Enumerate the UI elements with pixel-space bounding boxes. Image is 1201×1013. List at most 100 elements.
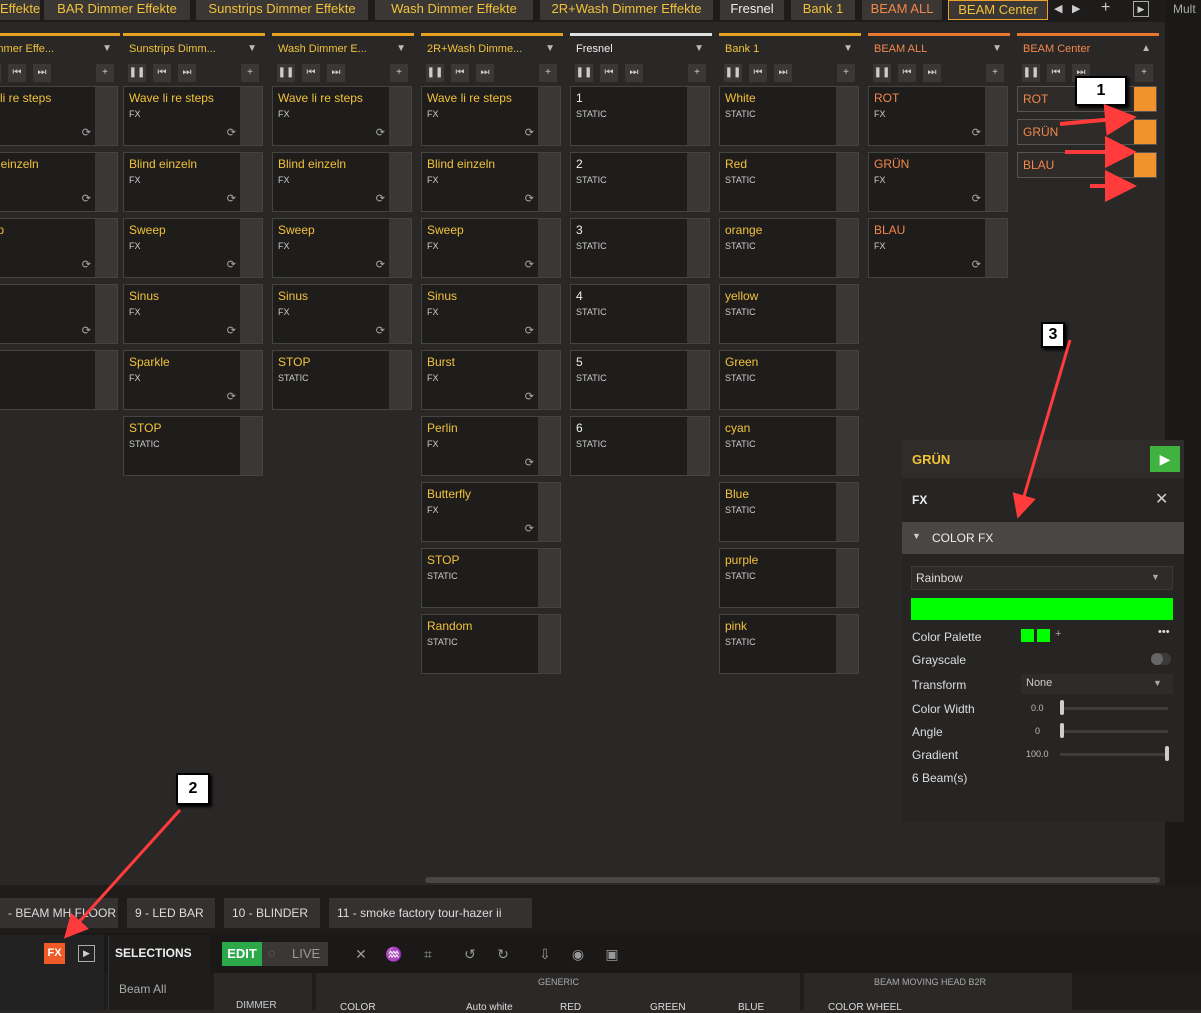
- cue-cell[interactable]: Sinus FX ⟳: [123, 284, 263, 344]
- cue-cell[interactable]: pink STATIC: [719, 614, 859, 674]
- highlight-icon[interactable]: ♒: [383, 944, 405, 964]
- select-icon[interactable]: ⌗: [417, 944, 439, 964]
- cue-cell[interactable]: ve li re stepsFX⟳: [0, 86, 118, 146]
- cue-side-handle[interactable]: [836, 285, 858, 343]
- panel-toggle-icon[interactable]: ▶: [1133, 1, 1149, 17]
- tab-beam-center[interactable]: BEAM Center: [948, 0, 1048, 20]
- chevron-down-icon[interactable]: ▼: [843, 36, 853, 62]
- cue-cell[interactable]: 1 STATIC: [570, 86, 710, 146]
- color-width-slider[interactable]: [1060, 707, 1168, 710]
- previous-icon[interactable]: ⏮: [600, 64, 618, 82]
- column-header[interactable]: Fresnel ▼: [570, 36, 712, 62]
- cue-cell[interactable]: Sweep FX ⟳: [123, 218, 263, 278]
- cue-go-button[interactable]: [1134, 87, 1156, 111]
- cue-cell[interactable]: usFX⟳: [0, 284, 118, 344]
- cue-side-handle[interactable]: [538, 615, 560, 673]
- cue-side-handle[interactable]: [389, 351, 411, 409]
- fixture-tab[interactable]: 10 - BLINDER: [224, 898, 320, 928]
- cue-side-handle[interactable]: [687, 417, 709, 475]
- slider-handle[interactable]: [1165, 746, 1169, 761]
- cue-cell[interactable]: eepFX⟳: [0, 218, 118, 278]
- add-cue-icon[interactable]: +: [986, 64, 1004, 82]
- panel-icon[interactable]: ▶: [78, 945, 95, 962]
- pause-icon[interactable]: ❚❚: [575, 64, 593, 82]
- pause-icon[interactable]: ❚❚: [128, 64, 146, 82]
- cue-cell[interactable]: cyan STATIC: [719, 416, 859, 476]
- chevron-down-icon[interactable]: ▲: [1141, 36, 1151, 62]
- cue-cell[interactable]: GRÜN FX ⟳: [868, 152, 1008, 212]
- cue-go-button[interactable]: [1134, 120, 1156, 144]
- expand-triangle-icon[interactable]: ▼: [912, 531, 921, 541]
- cue-go-button[interactable]: [1134, 153, 1156, 177]
- clear-icon[interactable]: ✕: [350, 944, 372, 964]
- add-cue-icon[interactable]: +: [1135, 64, 1153, 82]
- cue-side-handle[interactable]: [836, 351, 858, 409]
- beam-center-cue[interactable]: BLAU: [1017, 152, 1157, 178]
- cue-side-handle[interactable]: [538, 285, 560, 343]
- palette-swatch[interactable]: [1037, 629, 1050, 642]
- cue-cell[interactable]: Wave li re steps FX ⟳: [123, 86, 263, 146]
- cue-cell[interactable]: Blind einzeln FX ⟳: [421, 152, 561, 212]
- column-header[interactable]: Sunstrips Dimm... ▼: [123, 36, 265, 62]
- column-header[interactable]: BEAM ALL ▼: [868, 36, 1010, 62]
- add-color-icon[interactable]: +: [1055, 628, 1061, 640]
- selection-item[interactable]: Beam All: [119, 982, 166, 996]
- cue-cell[interactable]: STOP STATIC: [272, 350, 412, 410]
- cue-side-handle[interactable]: [836, 483, 858, 541]
- gradient-slider[interactable]: [1060, 753, 1168, 756]
- previous-icon[interactable]: ⏮: [153, 64, 171, 82]
- undo-selection-icon[interactable]: ↻: [492, 944, 514, 964]
- cue-side-handle[interactable]: [240, 417, 262, 475]
- pause-icon[interactable]: ❚❚: [1022, 64, 1040, 82]
- cue-side-handle[interactable]: [240, 153, 262, 211]
- cue-cell[interactable]: 5 STATIC: [570, 350, 710, 410]
- add-cue-icon[interactable]: +: [96, 64, 114, 82]
- snapshot-icon[interactable]: ▣: [601, 944, 623, 964]
- pause-icon[interactable]: ❚❚: [873, 64, 891, 82]
- next-icon[interactable]: ⏭: [923, 64, 941, 82]
- cue-side-handle[interactable]: [836, 417, 858, 475]
- cue-side-handle[interactable]: [389, 285, 411, 343]
- add-cue-icon[interactable]: +: [241, 64, 259, 82]
- tab-wash[interactable]: Wash Dimmer Effekte: [375, 0, 533, 20]
- cue-side-handle[interactable]: [389, 219, 411, 277]
- cue-side-handle[interactable]: [240, 285, 262, 343]
- previous-icon[interactable]: ⏮: [898, 64, 916, 82]
- chevron-down-icon[interactable]: ▼: [992, 36, 1002, 62]
- cue-cell[interactable]: STOP STATIC: [421, 548, 561, 608]
- angle-slider[interactable]: [1060, 730, 1168, 733]
- tab-sunstrips[interactable]: Sunstrips Dimmer Effekte: [196, 0, 368, 20]
- cue-cell[interactable]: STOP STATIC: [123, 416, 263, 476]
- cue-cell[interactable]: Blind einzeln FX ⟳: [272, 152, 412, 212]
- beam-center-cue[interactable]: GRÜN: [1017, 119, 1157, 145]
- cue-side-handle[interactable]: [985, 87, 1007, 145]
- download-icon[interactable]: ⇩: [534, 944, 556, 964]
- tab-2r-wash[interactable]: 2R+Wash Dimmer Effekte: [540, 0, 713, 20]
- cue-side-handle[interactable]: [985, 153, 1007, 211]
- cue-side-handle[interactable]: [95, 153, 117, 211]
- cue-side-handle[interactable]: [687, 87, 709, 145]
- next-icon[interactable]: ⏭: [774, 64, 792, 82]
- cue-side-handle[interactable]: [985, 219, 1007, 277]
- cue-cell[interactable]: BLAU FX ⟳: [868, 218, 1008, 278]
- cue-cell[interactable]: Butterfly FX ⟳: [421, 482, 561, 542]
- pause-icon[interactable]: ❚❚: [724, 64, 742, 82]
- more-icon[interactable]: •••: [1158, 626, 1170, 638]
- cue-side-handle[interactable]: [687, 351, 709, 409]
- cue-side-handle[interactable]: [538, 417, 560, 475]
- edit-button[interactable]: EDIT: [222, 942, 262, 966]
- cue-cell[interactable]: 6 STATIC: [570, 416, 710, 476]
- cue-side-handle[interactable]: [95, 219, 117, 277]
- close-icon[interactable]: ✕: [1155, 489, 1168, 509]
- cue-cell[interactable]: Random STATIC: [421, 614, 561, 674]
- column-header[interactable]: Dimmer Effe... ▼: [0, 36, 120, 62]
- cue-cell[interactable]: Burst FX ⟳: [421, 350, 561, 410]
- cue-side-handle[interactable]: [538, 351, 560, 409]
- fixture-tab[interactable]: 9 - LED BAR: [127, 898, 215, 928]
- cue-side-handle[interactable]: [836, 549, 858, 607]
- pause-icon[interactable]: ❚❚: [0, 64, 1, 82]
- tab-beam-all[interactable]: BEAM ALL: [862, 0, 942, 20]
- cue-side-handle[interactable]: [389, 87, 411, 145]
- tab-effekte[interactable]: Effekte: [0, 0, 40, 20]
- cue-cell[interactable]: orange STATIC: [719, 218, 859, 278]
